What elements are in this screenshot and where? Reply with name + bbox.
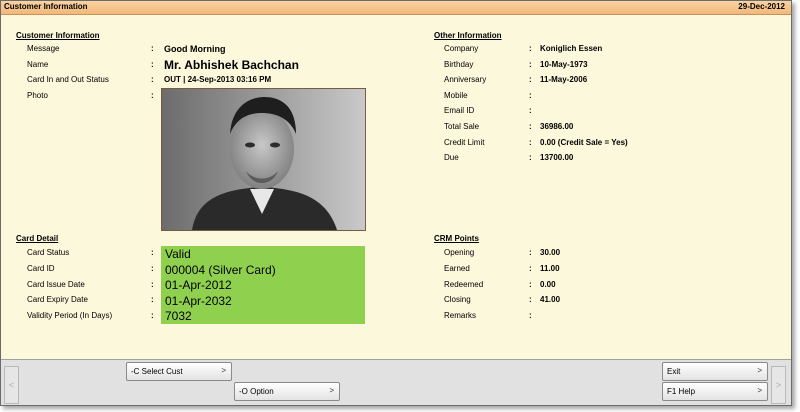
total-sale-label: Total Sale <box>444 122 480 131</box>
opening-value: 30.00 <box>540 248 561 257</box>
earned-label: Earned <box>444 264 470 273</box>
chevron-right-icon: > <box>329 386 334 395</box>
company-label: Company <box>444 44 479 53</box>
help-label: F1 Help <box>667 387 696 396</box>
colon: : <box>151 44 154 53</box>
colon: : <box>529 75 532 84</box>
credit-limit-label: Credit Limit <box>444 138 485 147</box>
colon: : <box>529 138 532 147</box>
card-expiry-date-value: 01-Apr-2032 <box>165 294 232 308</box>
redeemed-value: 0.00 <box>540 280 556 289</box>
colon: : <box>529 122 532 131</box>
due-value: 13700.00 <box>540 153 574 162</box>
customer-photo <box>161 88 366 231</box>
button-bar: < > -C Select Cust > -O Option > Exit > … <box>1 359 791 405</box>
mobile-label: Mobile <box>444 91 468 100</box>
email-id-label: Email ID <box>444 106 475 115</box>
select-cust-button[interactable]: -C Select Cust > <box>126 362 232 381</box>
left-scroll-icon[interactable]: < <box>4 366 19 404</box>
chevron-right-icon: > <box>757 366 762 375</box>
validity-period-value: 7032 <box>165 309 192 323</box>
card-id-label: Card ID <box>27 264 55 273</box>
company-value: Koniglich Essen <box>540 44 603 53</box>
message-value: Good Morning <box>164 44 226 54</box>
option-button[interactable]: -O Option > <box>234 382 340 401</box>
chevron-right-icon: > <box>221 366 226 375</box>
colon: : <box>529 280 532 289</box>
colon: : <box>151 311 154 320</box>
card-id-value: 000004 (Silver Card) <box>165 263 276 277</box>
window-date: 29-Dec-2012 <box>738 2 785 11</box>
photo-label: Photo <box>27 91 48 100</box>
colon: : <box>151 248 154 257</box>
colon: : <box>529 264 532 273</box>
opening-label: Opening <box>444 248 475 257</box>
colon: : <box>529 248 532 257</box>
colon: : <box>529 311 532 320</box>
colon: : <box>529 153 532 162</box>
help-button[interactable]: F1 Help > <box>662 382 768 401</box>
name-value: Mr. Abhishek Bachchan <box>164 58 299 72</box>
card-detail-highlight: Valid 000004 (Silver Card) 01-Apr-2012 0… <box>161 246 365 324</box>
remarks-label: Remarks <box>444 311 477 320</box>
portrait-icon <box>162 89 365 230</box>
select-cust-label: -C Select Cust <box>131 367 183 376</box>
card-status-value: Valid <box>165 247 191 261</box>
message-label: Message <box>27 44 60 53</box>
anniversary-value: 11-May-2006 <box>540 75 588 84</box>
colon: : <box>529 91 532 100</box>
closing-value: 41.00 <box>540 295 561 304</box>
colon: : <box>529 60 532 69</box>
total-sale-value: 36986.00 <box>540 122 574 131</box>
window-title: Customer Information <box>4 2 88 11</box>
colon: : <box>151 91 154 100</box>
due-label: Due <box>444 153 459 162</box>
colon: : <box>529 106 532 115</box>
card-in-out-status-value: OUT | 24-Sep-2013 03:16 PM <box>164 75 272 84</box>
colon: : <box>151 60 154 69</box>
colon: : <box>151 295 154 304</box>
colon: : <box>151 280 154 289</box>
redeemed-label: Redeemed <box>444 280 484 289</box>
chevron-right-icon: > <box>757 386 762 395</box>
crm-points-heading: CRM Points <box>434 234 479 243</box>
other-information-heading: Other Information <box>434 31 502 40</box>
earned-value: 11.00 <box>540 264 560 273</box>
right-scroll-icon[interactable]: > <box>771 366 786 404</box>
colon: : <box>151 75 154 84</box>
birthday-value: 10-May-1973 <box>540 60 588 69</box>
colon: : <box>151 264 154 273</box>
title-bar: Customer Information 29-Dec-2012 <box>1 1 791 15</box>
card-in-out-status-label: Card In and Out Status <box>27 75 109 84</box>
card-expiry-date-label: Card Expiry Date <box>27 295 88 304</box>
card-status-label: Card Status <box>27 248 70 257</box>
customer-information-window: Customer Information 29-Dec-2012 Custome… <box>0 0 792 406</box>
closing-label: Closing <box>444 295 471 304</box>
card-issue-date-label: Card Issue Date <box>27 280 85 289</box>
credit-limit-value: 0.00 (Credit Sale = Yes) <box>540 138 628 147</box>
validity-period-label: Validity Period (In Days) <box>27 311 113 320</box>
exit-button[interactable]: Exit > <box>662 362 768 381</box>
anniversary-label: Anniversary <box>444 75 487 84</box>
name-label: Name <box>27 60 49 69</box>
colon: : <box>529 295 532 304</box>
card-issue-date-value: 01-Apr-2012 <box>165 278 232 292</box>
customer-information-heading: Customer Information <box>16 31 100 40</box>
card-detail-heading: Card Detail <box>16 234 59 243</box>
option-label: -O Option <box>239 387 274 396</box>
birthday-label: Birthday <box>444 60 474 69</box>
exit-label: Exit <box>667 367 681 376</box>
colon: : <box>529 44 532 53</box>
